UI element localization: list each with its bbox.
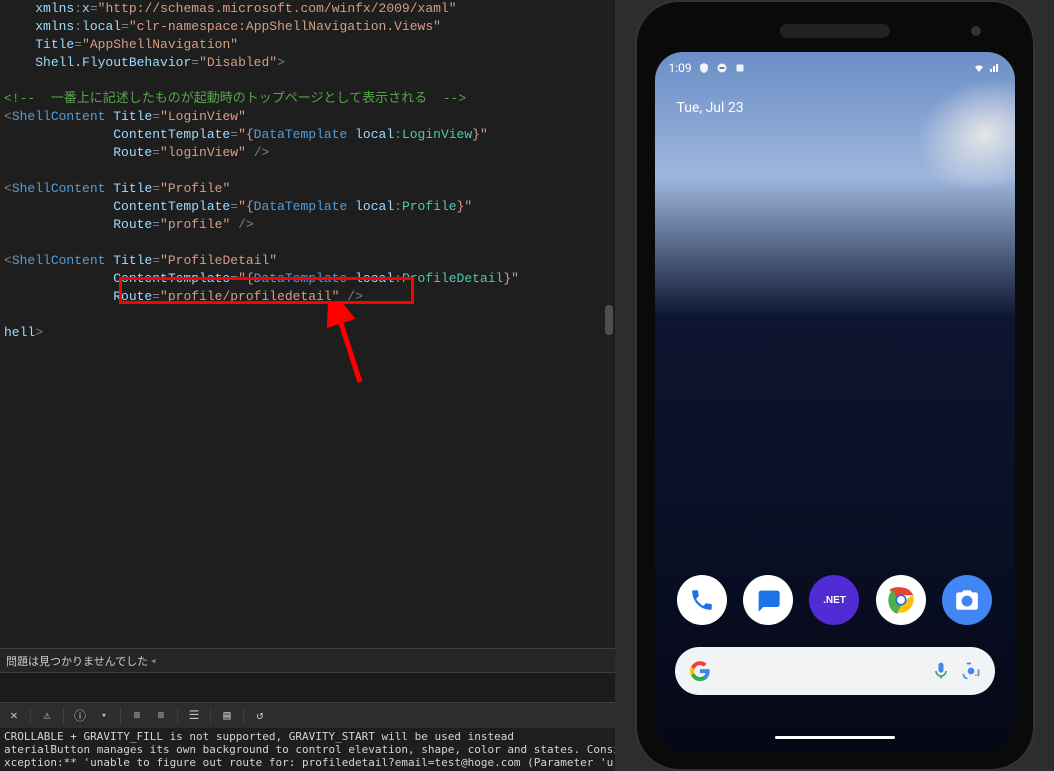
square-icon [734,62,746,74]
code-line[interactable] [4,234,611,252]
bookmark-icon[interactable]: ▤ [217,706,237,726]
warnings-icon[interactable]: ⚠ [37,706,57,726]
android-status-bar: 1:09 [655,58,1015,78]
google-search-bar[interactable] [675,647,995,695]
errors-icon[interactable]: ✕ [4,706,24,726]
indent-right-icon[interactable]: ≡ [151,706,171,726]
separator [63,708,64,724]
phone-app-icon[interactable] [677,575,727,625]
output-line: xception:** 'unable to figure out route … [4,756,615,769]
phone-camera [971,26,981,36]
phone-screen[interactable]: 1:09 Tue, Jul 23 [655,52,1015,751]
code-line[interactable]: Route="profile/profiledetail" /> [4,288,611,306]
editor-status-bar: 問題は見つかりませんでした ◂ [0,648,615,672]
code-line[interactable]: hell> [4,324,611,342]
code-line[interactable] [4,306,611,324]
dotnet-label: .NET [823,595,846,606]
code-line[interactable]: Title="AppShellNavigation" [4,36,611,54]
messages-icon[interactable]: ⓘ [70,706,90,726]
code-line[interactable]: <!-- 一番上に記述したものが起動時のトップページとして表示される --> [4,90,611,108]
history-icon[interactable]: ↺ [250,706,270,726]
panel-gap [0,672,615,702]
mic-icon[interactable] [931,661,951,681]
signal-icon [989,62,1001,74]
separator [177,708,178,724]
code-line[interactable]: <ShellContent Title="LoginView" [4,108,611,126]
phone-speaker [780,24,890,38]
status-chevron-icon[interactable]: ◂ [150,654,157,668]
code-line[interactable]: ContentTemplate="{DataTemplate local:Pro… [4,270,611,288]
code-line[interactable]: <ShellContent Title="Profile" [4,180,611,198]
chrome-app-icon[interactable] [876,575,926,625]
code-line[interactable] [4,72,611,90]
output-toolbar: ✕ ⚠ ⓘ ▾ ≡ ≡ ☰ ▤ ↺ [0,702,615,728]
camera-app-icon[interactable] [942,575,992,625]
code-line[interactable]: <ShellContent Title="ProfileDetail" [4,252,611,270]
dropdown-icon[interactable]: ▾ [94,706,114,726]
output-line: CROLLABLE + GRAVITY_FILL is not supporte… [4,730,514,743]
code-line[interactable] [4,162,611,180]
separator [210,708,211,724]
output-line: aterialButton manages its own background… [4,743,615,756]
app-dock: .NET [655,575,1015,625]
code-line[interactable]: xmlns:local="clr-namespace:AppShellNavig… [4,18,611,36]
vertical-scrollbar[interactable] [605,305,613,335]
separator [243,708,244,724]
separator [120,708,121,724]
shield-icon [698,62,710,74]
code-editor-pane: xmlns:x="http://schemas.microsoft.com/wi… [0,0,615,771]
code-line[interactable]: Route="profile" /> [4,216,611,234]
code-line[interactable]: ContentTemplate="{DataTemplate local:Log… [4,126,611,144]
code-area[interactable]: xmlns:x="http://schemas.microsoft.com/wi… [0,0,615,648]
code-line[interactable]: Shell.FlyoutBehavior="Disabled"> [4,54,611,72]
dotnet-app-icon[interactable]: .NET [809,575,859,625]
status-text: 問題は見つかりませんでした [6,653,148,669]
phone-frame: 1:09 Tue, Jul 23 [635,0,1035,771]
home-date-label: Tue, Jul 23 [677,100,744,116]
comment-out-icon[interactable]: ☰ [184,706,204,726]
android-nav-handle[interactable] [775,736,895,739]
emulator-pane: 1:09 Tue, Jul 23 [615,0,1054,771]
separator [30,708,31,724]
wifi-icon [973,62,985,74]
wallpaper-art [900,59,1015,210]
messages-app-icon[interactable] [743,575,793,625]
status-time: 1:09 [669,61,692,75]
output-panel[interactable]: CROLLABLE + GRAVITY_FILL is not supporte… [0,728,615,771]
code-line[interactable]: Route="loginView" /> [4,144,611,162]
lens-icon[interactable] [961,661,981,681]
google-logo-icon [689,660,711,682]
indent-left-icon[interactable]: ≡ [127,706,147,726]
main-layout: xmlns:x="http://schemas.microsoft.com/wi… [0,0,1054,771]
code-line[interactable]: xmlns:x="http://schemas.microsoft.com/wi… [4,0,611,18]
code-line[interactable]: ContentTemplate="{DataTemplate local:Pro… [4,198,611,216]
dnd-icon [716,62,728,74]
